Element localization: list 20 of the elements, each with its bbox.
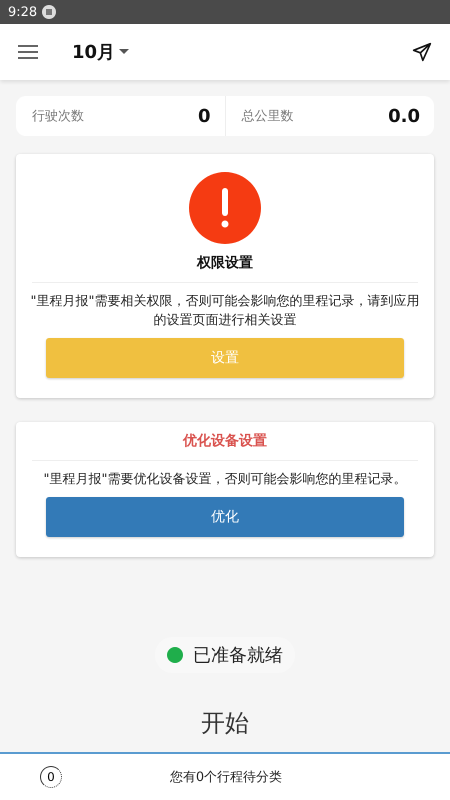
stat-label: 行驶次数 xyxy=(32,108,84,125)
stat-label: 总公里数 xyxy=(242,108,294,125)
menu-button[interactable] xyxy=(18,44,38,60)
card-title: 权限设置 xyxy=(197,254,253,273)
caret-icon xyxy=(119,49,130,55)
start-label[interactable]: 开始 xyxy=(201,707,249,739)
card-title: 优化设备设置 xyxy=(183,432,267,451)
trip-count-icon: 0 xyxy=(40,766,62,788)
notification-icon xyxy=(42,5,56,19)
month-dropdown[interactable]: 10月 xyxy=(72,40,130,64)
warning-icon xyxy=(189,172,261,244)
stat-value: 0.0 xyxy=(388,106,420,126)
action-button[interactable]: 优化 xyxy=(46,497,404,537)
status-label: 已准备就绪 xyxy=(193,644,283,667)
status-time: 9:28 xyxy=(8,4,38,20)
send-button[interactable] xyxy=(412,42,432,62)
card-message: "里程月报"需要相关权限，否则可能会影响您的里程记录，请到应用的设置页面进行相关设置 xyxy=(30,293,420,330)
stat-value: 0 xyxy=(198,106,210,126)
card-message: "里程月报"需要优化设备设置，否则可能会影响您的里程记录。 xyxy=(44,471,406,489)
pending-trips-text[interactable]: 您有0个行程待分类 xyxy=(62,768,390,786)
